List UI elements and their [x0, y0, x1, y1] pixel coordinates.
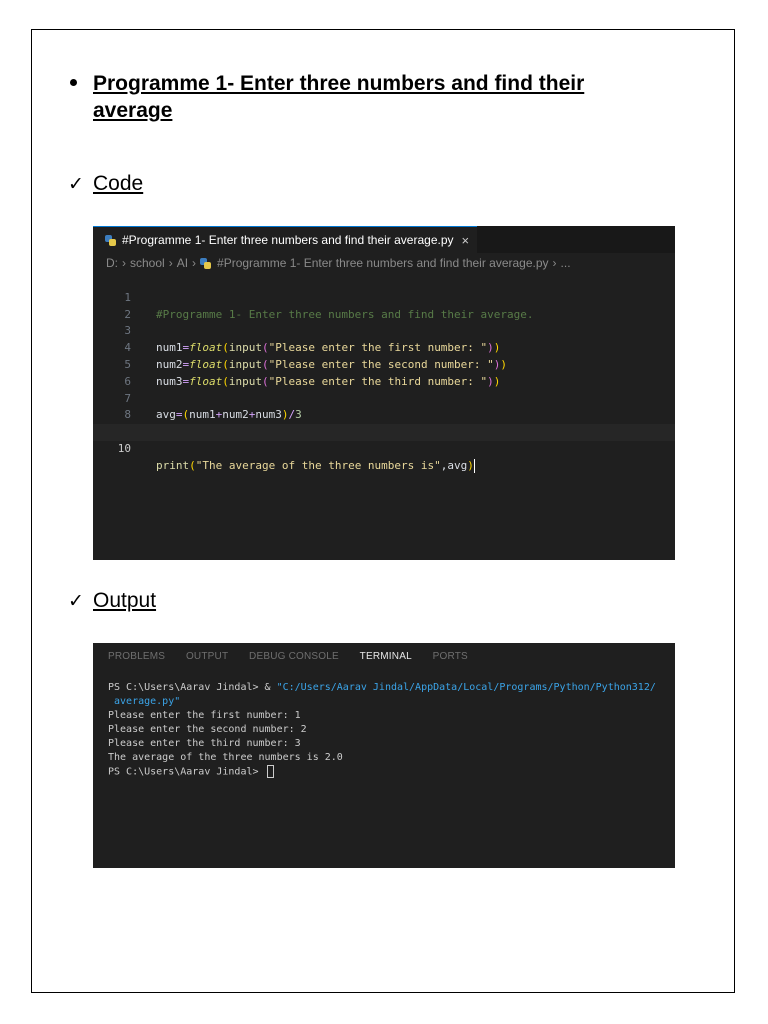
terminal-line: Please enter the second number: 2	[108, 724, 307, 735]
breadcrumb-file[interactable]: #Programme 1- Enter three numbers and fi…	[217, 256, 549, 270]
tab-output[interactable]: OUTPUT	[186, 651, 228, 662]
output-section-label: Output	[93, 589, 157, 612]
code-area[interactable]: 1 #Programme 1- Enter three numbers and …	[93, 273, 675, 473]
checkmark-icon: ✓	[68, 173, 84, 195]
terminal-line: The average of the three numbers is 2.0	[108, 752, 343, 763]
terminal-line: PS C:\Users\Aarav Jindal>	[108, 765, 675, 779]
editor-tab-title: #Programme 1- Enter three numbers and fi…	[122, 233, 454, 247]
line-number: 10	[117, 441, 131, 455]
tab-ports[interactable]: PORTS	[433, 651, 468, 662]
page-title: Programme 1- Enter three numbers and fin…	[93, 72, 585, 122]
breadcrumb-drive[interactable]: D:	[106, 256, 118, 270]
breadcrumb-folder-school[interactable]: school	[130, 256, 165, 270]
terminal-screenshot: PROBLEMS OUTPUT DEBUG CONSOLE TERMINAL P…	[93, 643, 675, 868]
code-line-active: 10 print("The average of the three numbe…	[93, 424, 675, 473]
breadcrumb: D: › school › AI › #Programme 1- Enter t…	[106, 256, 571, 270]
code-line: 5 num3=float(input("Please enter the thi…	[93, 340, 675, 388]
checkmark-icon: ✓	[68, 590, 84, 612]
chevron-right-icon: ›	[552, 256, 557, 270]
code-line: 4 num2=float(input("Please enter the sec…	[93, 323, 675, 371]
terminal-output[interactable]: PS C:\Users\Aarav Jindal> & "C:/Users/Aa…	[108, 681, 675, 779]
code-editor-screenshot: #Programme 1- Enter three numbers and fi…	[93, 226, 675, 560]
tab-debug-console[interactable]: DEBUG CONSOLE	[249, 651, 339, 662]
code-line: 9	[93, 407, 675, 438]
text-cursor	[473, 458, 475, 473]
chevron-right-icon: ›	[168, 256, 173, 270]
terminal-line: Please enter the first number: 1	[108, 710, 301, 721]
breadcrumb-ellipsis[interactable]: ...	[561, 256, 571, 270]
close-icon[interactable]: ×	[462, 233, 470, 248]
terminal-line: average.py"	[108, 696, 181, 707]
terminal-tab-bar: PROBLEMS OUTPUT DEBUG CONSOLE TERMINAL P…	[108, 651, 486, 662]
chevron-right-icon: ›	[122, 256, 126, 270]
code-line: 1 #Programme 1- Enter three numbers and …	[93, 273, 675, 321]
code-statement: print("The average of the three numbers …	[156, 458, 475, 473]
editor-tab-bar: #Programme 1- Enter three numbers and fi…	[93, 226, 675, 253]
terminal-line: PS C:\Users\Aarav Jindal> & "C:/Users/Aa…	[108, 682, 656, 693]
editor-tab[interactable]: #Programme 1- Enter three numbers and fi…	[93, 226, 478, 253]
tab-problems[interactable]: PROBLEMS	[108, 651, 165, 662]
code-line: 2	[93, 290, 675, 321]
breadcrumb-folder-ai[interactable]: AI	[177, 256, 188, 270]
python-file-icon	[105, 234, 116, 246]
chevron-right-icon: ›	[192, 256, 197, 270]
bullet-dot-icon	[70, 79, 77, 86]
code-section-label: Code	[93, 172, 144, 195]
python-file-icon	[200, 257, 212, 269]
terminal-cursor	[266, 765, 274, 778]
code-line: 7 avg=(num1+num2+num3)/3	[93, 374, 675, 422]
terminal-line: Please enter the third number: 3	[108, 738, 301, 749]
code-line: 3 num1=float(input("Please enter the fir…	[93, 307, 675, 354]
code-line: 8	[93, 391, 675, 421]
code-line: 6	[93, 357, 675, 388]
tab-terminal[interactable]: TERMINAL	[360, 651, 412, 662]
